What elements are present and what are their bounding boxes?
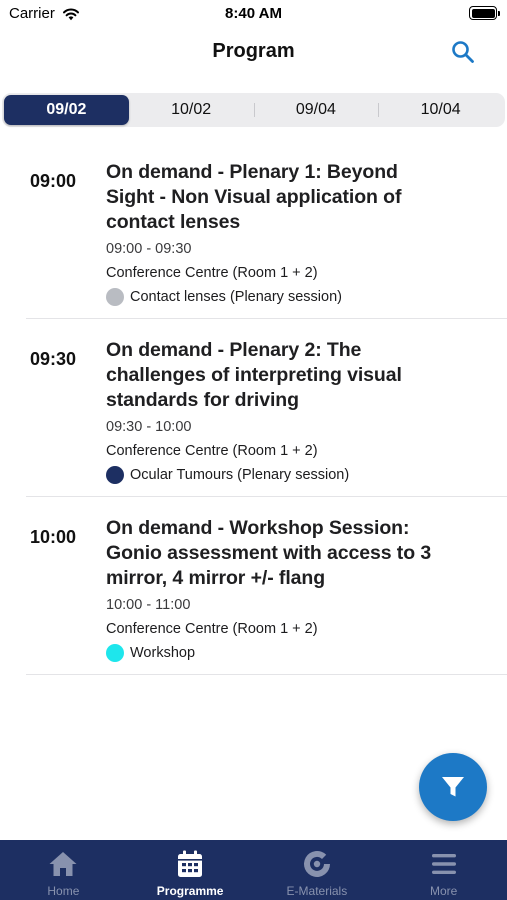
session-category: Ocular Tumours (Plenary session)	[106, 466, 446, 484]
home-icon	[49, 852, 77, 876]
session-room: Conference Centre (Room 1 + 2)	[106, 443, 318, 459]
category-label: Ocular Tumours (Plenary session)	[130, 467, 350, 483]
search-icon[interactable]	[450, 39, 476, 65]
session-category: Workshop	[106, 644, 446, 662]
session-item[interactable]: 09:00 On demand - Plenary 1: Beyond Sigh…	[26, 150, 507, 319]
e-materials-icon	[303, 850, 330, 877]
tab-home-label: Home	[47, 884, 80, 898]
session-start-time: 09:30	[30, 349, 77, 369]
date-selector: 09/02 10/02 09/04 10/04	[2, 93, 505, 127]
filter-button[interactable]	[419, 753, 487, 821]
session-item[interactable]: 09:30 On demand - Plenary 2: The challen…	[26, 319, 507, 497]
category-label: Workshop	[130, 645, 196, 661]
category-dot-icon	[106, 644, 124, 662]
status-bar: Carrier 8:40 AM	[0, 0, 507, 28]
page-title: Program	[212, 40, 295, 62]
tab-e-materials[interactable]: E-Materials	[254, 840, 381, 900]
session-hours: 10:00 - 11:00	[106, 597, 191, 613]
bottom-tab-bar: Home Programme E-Materials More	[0, 840, 507, 900]
category-label: Contact lenses (Plenary session)	[130, 289, 342, 305]
category-dot-icon	[106, 466, 124, 484]
date-tab-0[interactable]: 09/02	[4, 95, 129, 125]
filter-icon	[442, 777, 464, 797]
session-hours: 09:30 - 10:00	[106, 419, 192, 435]
tab-more[interactable]: More	[380, 840, 507, 900]
status-time: 8:40 AM	[225, 5, 282, 22]
session-title: On demand - Plenary 1: Beyond Sight - No…	[106, 161, 402, 233]
tab-home[interactable]: Home	[0, 840, 127, 900]
tab-e-materials-label: E-Materials	[286, 884, 348, 898]
menu-icon	[431, 854, 456, 874]
date-tab-1[interactable]: 10/02	[129, 95, 254, 125]
session-item[interactable]: 10:00 On demand - Workshop Session: Goni…	[26, 497, 507, 675]
tab-more-label: More	[429, 884, 458, 898]
session-title: On demand - Plenary 2: The challenges of…	[106, 339, 402, 411]
session-start-time: 09:00	[30, 171, 77, 191]
session-title: On demand - Workshop Session: Gonio asse…	[106, 517, 432, 589]
session-hours: 09:00 - 09:30	[106, 241, 192, 257]
category-dot-icon	[106, 288, 124, 306]
session-category: Contact lenses (Plenary session)	[106, 288, 446, 306]
battery-icon	[469, 6, 500, 20]
session-room: Conference Centre (Room 1 + 2)	[106, 621, 318, 637]
session-room: Conference Centre (Room 1 + 2)	[106, 265, 318, 281]
session-start-time: 10:00	[30, 527, 77, 547]
date-tab-2[interactable]: 09/04	[253, 95, 379, 125]
tab-programme-label: Programme	[156, 884, 224, 898]
tab-programme[interactable]: Programme	[127, 840, 254, 900]
date-tab-3[interactable]: 10/04	[378, 95, 503, 125]
calendar-icon	[178, 850, 203, 877]
